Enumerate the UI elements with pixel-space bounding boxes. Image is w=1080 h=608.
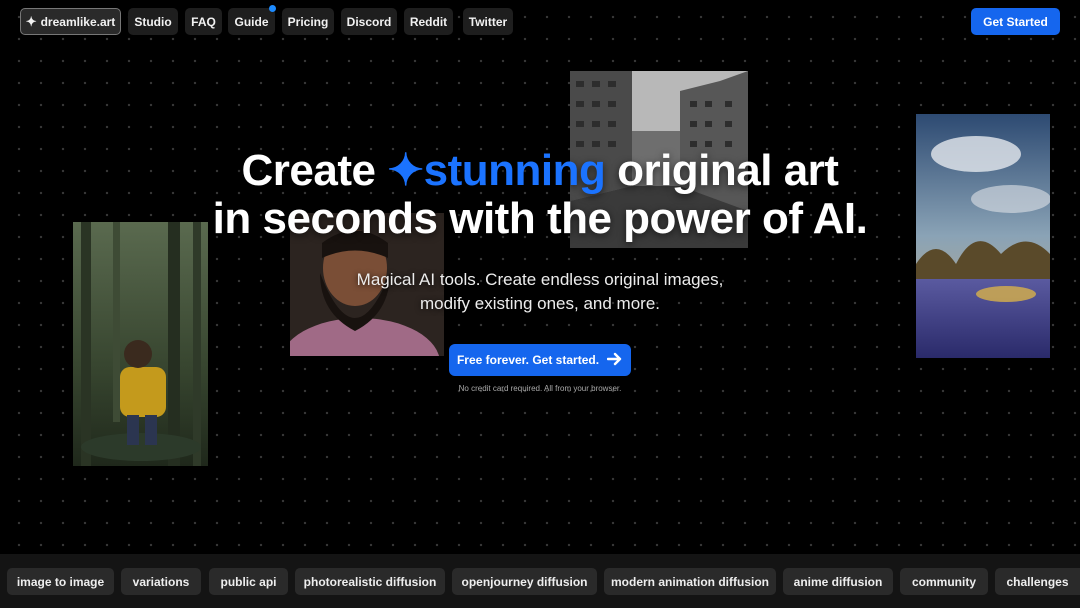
tag-challenges[interactable]: challenges bbox=[995, 568, 1080, 595]
hero-title: Create ✦stunning original art in seconds… bbox=[0, 147, 1080, 243]
tag-modern-animation-diffusion[interactable]: modern animation diffusion bbox=[604, 568, 776, 595]
nav-discord[interactable]: Discord bbox=[341, 8, 397, 35]
tag-image-to-image[interactable]: image to image bbox=[7, 568, 114, 595]
hero-title-highlight: stunning bbox=[423, 146, 606, 195]
top-navigation: ✦ dreamlike.art Studio FAQ Guide Pricing… bbox=[20, 5, 1060, 35]
free-get-started-button[interactable]: Free forever. Get started. bbox=[449, 344, 631, 376]
nav-studio[interactable]: Studio bbox=[128, 8, 178, 35]
nav-guide[interactable]: Guide bbox=[228, 5, 276, 35]
hero-title-line2: in seconds with the power of AI. bbox=[212, 194, 868, 243]
forest-child-artwork bbox=[73, 222, 208, 466]
cta-label: Free forever. Get started. bbox=[456, 353, 600, 367]
nav-reddit[interactable]: Reddit bbox=[404, 8, 453, 35]
feature-tag-bar: image to image variations public api pho… bbox=[0, 554, 1080, 608]
notification-dot bbox=[269, 5, 276, 12]
cta-note: No credit card required. All from your b… bbox=[458, 384, 622, 393]
get-started-button[interactable]: Get Started bbox=[971, 8, 1060, 35]
tag-photorealistic-diffusion[interactable]: photorealistic diffusion bbox=[295, 568, 445, 595]
hero-subtitle-line2: modify existing ones, and more. bbox=[419, 294, 660, 313]
tag-variations[interactable]: variations bbox=[121, 568, 201, 595]
hero-title-line1: Create ✦stunning original art bbox=[0, 147, 1080, 195]
nav-faq[interactable]: FAQ bbox=[185, 8, 222, 35]
sparkle-icon: ✦ bbox=[25, 13, 37, 29]
nav-twitter[interactable]: Twitter bbox=[463, 8, 513, 35]
sparkle-icon: ✦ bbox=[387, 146, 424, 195]
tag-openjourney-diffusion[interactable]: openjourney diffusion bbox=[452, 568, 597, 595]
logo-button[interactable]: ✦ dreamlike.art bbox=[20, 8, 121, 35]
arrow-right-icon bbox=[606, 352, 623, 369]
nav-guide-label: Guide bbox=[234, 14, 269, 29]
hero-title-part2: original art bbox=[617, 146, 839, 195]
tag-public-api[interactable]: public api bbox=[209, 568, 288, 595]
logo-label: dreamlike.art bbox=[40, 14, 116, 29]
tag-community[interactable]: community bbox=[900, 568, 988, 595]
hero-subtitle: Magical AI tools. Create endless origina… bbox=[0, 268, 1080, 316]
hero-title-part1: Create bbox=[241, 146, 376, 195]
tag-anime-diffusion[interactable]: anime diffusion bbox=[783, 568, 893, 595]
nav-pricing[interactable]: Pricing bbox=[282, 8, 334, 35]
hero-subtitle-line1: Magical AI tools. Create endless origina… bbox=[356, 270, 724, 289]
